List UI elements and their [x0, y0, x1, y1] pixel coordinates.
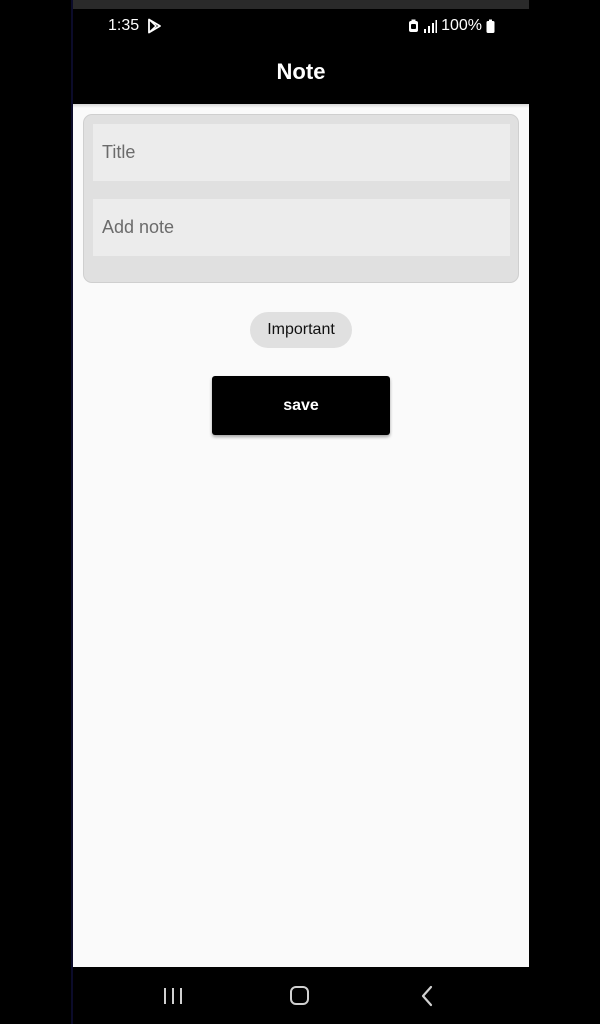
phone-screen: 1:35 100% Note Title Add note Important … [73, 0, 529, 1024]
title-input[interactable] [93, 124, 510, 181]
navigation-bar [73, 967, 529, 1024]
battery-percentage: 100% [441, 17, 482, 34]
status-icons: 100% [408, 17, 495, 35]
status-time: 1:35 [108, 17, 140, 34]
back-icon[interactable] [416, 985, 440, 1007]
status-bar: 1:35 100% [73, 9, 529, 45]
app-bar-shadow [73, 104, 529, 108]
content-area: Important save [73, 104, 529, 967]
app-bar: Note [73, 45, 529, 104]
recents-icon[interactable] [161, 985, 185, 1007]
home-icon[interactable] [288, 985, 312, 1007]
battery-saver-icon [409, 19, 419, 32]
top-strip [73, 0, 529, 9]
battery-icon [486, 19, 495, 33]
play-store-icon [148, 18, 161, 34]
note-form-card [83, 114, 519, 283]
note-input[interactable] [93, 199, 510, 256]
important-chip-label: Important [267, 321, 335, 338]
important-chip[interactable]: Important [250, 312, 352, 348]
signal-icon [424, 19, 438, 33]
page-title: Note [276, 59, 326, 84]
save-button[interactable]: save [212, 376, 390, 435]
